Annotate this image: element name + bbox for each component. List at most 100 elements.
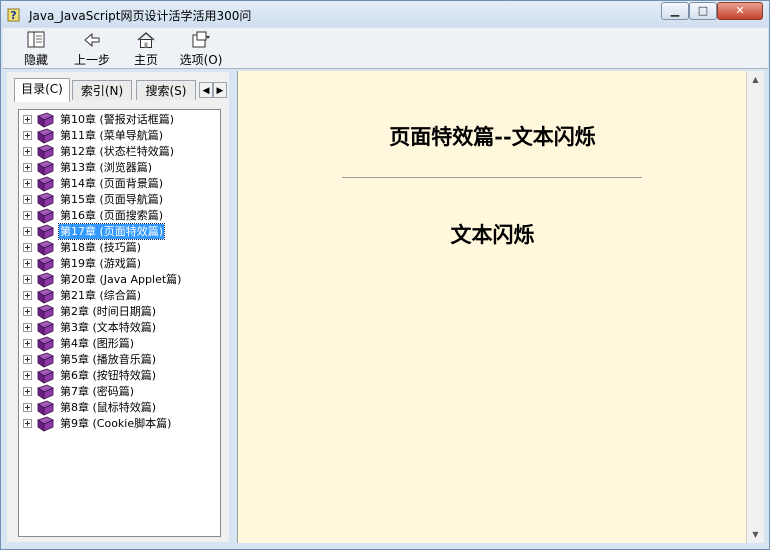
- tree-item-label[interactable]: 第11章 (菜单导航篇): [59, 128, 164, 143]
- book-icon: [37, 240, 54, 256]
- tree-item-label[interactable]: 第20章 (Java Applet篇): [59, 272, 182, 287]
- tree-item-label[interactable]: 第6章 (按钮特效篇): [59, 368, 157, 383]
- hide-button[interactable]: 隐藏: [11, 30, 61, 68]
- tab-scroll-left-button[interactable]: ◀: [199, 82, 213, 98]
- plus-expand-icon[interactable]: [23, 275, 32, 284]
- tree-item-label[interactable]: 第14章 (页面背景篇): [59, 176, 164, 191]
- tree-item-label[interactable]: 第15章 (页面导航篇): [59, 192, 164, 207]
- hide-label: 隐藏: [23, 53, 48, 67]
- tree-item[interactable]: 第4章 (图形篇): [21, 336, 219, 352]
- tree-item[interactable]: 第2章 (时间日期篇): [21, 304, 219, 320]
- tab-search[interactable]: 搜索(S): [136, 80, 196, 100]
- tree-item[interactable]: 第11章 (菜单导航篇): [21, 128, 219, 144]
- book-icon: [37, 336, 54, 352]
- tree-item[interactable]: 第18章 (技巧篇): [21, 240, 219, 256]
- plus-expand-icon[interactable]: [23, 387, 32, 396]
- back-label: 上一步: [73, 53, 110, 67]
- book-icon: [37, 368, 54, 384]
- plus-expand-icon[interactable]: [23, 419, 32, 428]
- tree-item[interactable]: 第12章 (状态栏特效篇): [21, 144, 219, 160]
- book-icon: [37, 352, 54, 368]
- tree-item-label[interactable]: 第19章 (游戏篇): [59, 256, 142, 271]
- tab-contents[interactable]: 目录(C): [14, 78, 70, 102]
- tree-item[interactable]: 第21章 (综合篇): [21, 288, 219, 304]
- book-icon: [37, 112, 54, 128]
- tree-item-label[interactable]: 第7章 (密码篇): [59, 384, 135, 399]
- tree-item[interactable]: 第3章 (文本特效篇): [21, 320, 219, 336]
- plus-expand-icon[interactable]: [23, 163, 32, 172]
- tree-item[interactable]: 第16章 (页面搜索篇): [21, 208, 219, 224]
- book-icon: [37, 272, 54, 288]
- book-icon: [37, 400, 54, 416]
- plus-expand-icon[interactable]: [23, 211, 32, 220]
- hide-pane-icon: [27, 31, 45, 48]
- plus-expand-icon[interactable]: [23, 403, 32, 412]
- tree-item-label[interactable]: 第17章 (页面特效篇): [57, 223, 166, 240]
- book-icon: [37, 320, 54, 336]
- plus-expand-icon[interactable]: [23, 195, 32, 204]
- book-icon: [37, 288, 54, 304]
- back-button[interactable]: 上一步: [67, 30, 117, 68]
- tab-scroll-right-button[interactable]: ▶: [213, 82, 227, 98]
- tree-item-label[interactable]: 第13章 (浏览器篇): [59, 160, 153, 175]
- back-arrow-icon: [84, 32, 100, 48]
- book-icon: [37, 256, 54, 272]
- tree-item-label[interactable]: 第2章 (时间日期篇): [59, 304, 157, 319]
- tree-item-label[interactable]: 第8章 (鼠标特效篇): [59, 400, 157, 415]
- plus-expand-icon[interactable]: [23, 243, 32, 252]
- tree-item-label[interactable]: 第3章 (文本特效篇): [59, 320, 157, 335]
- plus-expand-icon[interactable]: [23, 179, 32, 188]
- minimize-button[interactable]: ▁: [661, 2, 689, 20]
- book-icon: [37, 160, 54, 176]
- plus-expand-icon[interactable]: [23, 355, 32, 364]
- tab-index[interactable]: 索引(N): [72, 80, 132, 100]
- tree-item-label[interactable]: 第21章 (综合篇): [59, 288, 142, 303]
- toolbar: 隐藏 上一步 主页 选项(O): [3, 28, 768, 69]
- tree-item[interactable]: 第20章 (Java Applet篇): [21, 272, 219, 288]
- window-title: Java_JavaScript网页设计活学活用300问: [29, 9, 252, 23]
- tree-item[interactable]: 第10章 (警报对话框篇): [21, 112, 219, 128]
- tree-item[interactable]: 第13章 (浏览器篇): [21, 160, 219, 176]
- close-button[interactable]: ✕: [717, 2, 763, 20]
- scroll-down-button[interactable]: ▼: [747, 526, 764, 543]
- plus-expand-icon[interactable]: [23, 323, 32, 332]
- home-button[interactable]: 主页: [123, 30, 169, 68]
- tree-item-label[interactable]: 第16章 (页面搜索篇): [59, 208, 164, 223]
- content-scrollbar[interactable]: ▲ ▼: [746, 71, 764, 543]
- tree-item[interactable]: 第14章 (页面背景篇): [21, 176, 219, 192]
- tree-item-label[interactable]: 第18章 (技巧篇): [59, 240, 142, 255]
- tree-item[interactable]: 第9章 (Cookie脚本篇): [21, 416, 219, 432]
- plus-expand-icon[interactable]: [23, 115, 32, 124]
- title-bar[interactable]: ? Java_JavaScript网页设计活学活用300问 ▁ □ ✕: [1, 1, 769, 27]
- tree-item[interactable]: 第17章 (页面特效篇): [21, 223, 219, 240]
- options-button[interactable]: 选项(O): [175, 30, 227, 68]
- tree-item-label[interactable]: 第10章 (警报对话框篇): [59, 112, 175, 127]
- help-question-icon: ?: [7, 8, 20, 22]
- tree-item[interactable]: 第8章 (鼠标特效篇): [21, 400, 219, 416]
- tree-item-label[interactable]: 第4章 (图形篇): [59, 336, 135, 351]
- help-window: ? Java_JavaScript网页设计活学活用300问 ▁ □ ✕ 隐藏 上…: [0, 0, 770, 550]
- scroll-up-button[interactable]: ▲: [747, 71, 764, 88]
- content-pane: 页面特效篇--文本闪烁 文本闪烁: [237, 71, 747, 543]
- plus-expand-icon[interactable]: [23, 291, 32, 300]
- plus-expand-icon[interactable]: [23, 371, 32, 380]
- tree-item[interactable]: 第6章 (按钮特效篇): [21, 368, 219, 384]
- contents-tree[interactable]: 第10章 (警报对话框篇) 第11章 (菜单导航篇) 第12章 (状态栏特效篇) 第1…: [18, 109, 221, 537]
- tree-item[interactable]: 第19章 (游戏篇): [21, 256, 219, 272]
- plus-expand-icon[interactable]: [23, 147, 32, 156]
- pane-splitter[interactable]: [230, 72, 236, 542]
- tree-item-label[interactable]: 第12章 (状态栏特效篇): [59, 144, 175, 159]
- plus-expand-icon[interactable]: [23, 227, 32, 236]
- book-icon: [37, 416, 54, 432]
- maximize-button[interactable]: □: [689, 2, 717, 20]
- tree-item-label[interactable]: 第9章 (Cookie脚本篇): [59, 416, 172, 431]
- plus-expand-icon[interactable]: [23, 307, 32, 316]
- plus-expand-icon[interactable]: [23, 259, 32, 268]
- tree-item[interactable]: 第7章 (密码篇): [21, 384, 219, 400]
- tree-item[interactable]: 第5章 (播放音乐篇): [21, 352, 219, 368]
- tree-item[interactable]: 第15章 (页面导航篇): [21, 192, 219, 208]
- tree-item-label[interactable]: 第5章 (播放音乐篇): [59, 352, 157, 367]
- plus-expand-icon[interactable]: [23, 339, 32, 348]
- plus-expand-icon[interactable]: [23, 131, 32, 140]
- navigation-pane: 目录(C) 索引(N) 搜索(S) ◀ ▶ 第10章 (警报对话框篇) 第11章 …: [7, 72, 229, 542]
